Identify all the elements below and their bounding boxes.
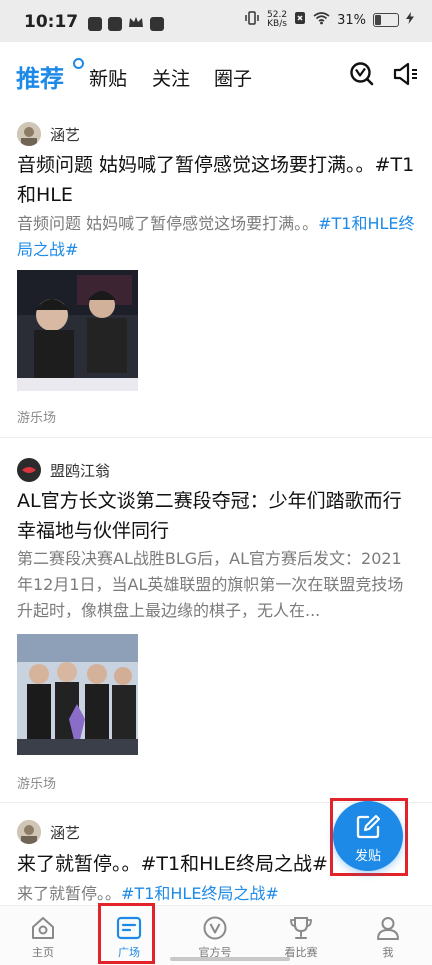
search-icon[interactable] xyxy=(348,60,376,88)
tab-recommend[interactable]: 推荐 xyxy=(16,59,64,94)
author-name[interactable]: 盟鸥江翁 xyxy=(50,460,110,481)
author-name[interactable]: 涵艺 xyxy=(50,822,80,843)
net-speed: 52.2 KB/s xyxy=(267,11,287,29)
tab-circles[interactable]: 圈子 xyxy=(214,64,252,91)
summary-text: 来了就暂停。。 xyxy=(17,884,122,903)
post-summary[interactable]: 音频问题 姑妈喊了暂停感觉这场要打满。。#T1和HLE终局之战# xyxy=(17,211,417,263)
crown-icon xyxy=(128,14,144,33)
status-time: 10:17 xyxy=(24,12,79,32)
post-card[interactable]: 涵艺 音频问题 姑妈喊了暂停感觉这场要打满。。#T1和HLE 音频问题 姑妈喊了… xyxy=(0,110,432,450)
post-image[interactable] xyxy=(17,270,138,391)
top-tab-bar: 推荐 新贴 关注 圈子 xyxy=(0,44,432,108)
compose-post-button[interactable]: 发贴 xyxy=(333,801,403,871)
battery-level: 31% xyxy=(337,12,366,28)
post-card[interactable]: 盟鸥江翁 AL官方长文谈第二赛段夺冠：少年们踏歌而行幸福地与伙伴同行 第二赛段决… xyxy=(0,450,432,810)
vibrate-icon xyxy=(244,11,260,29)
post-source[interactable]: 游乐场 xyxy=(17,773,56,792)
post-author[interactable]: 涵艺 xyxy=(17,122,80,146)
app-notification-icon xyxy=(88,16,102,31)
tab-new-posts[interactable]: 新贴 xyxy=(89,64,127,91)
hashtag-link[interactable]: #T1和HLE终局之战# xyxy=(121,884,279,903)
sim-x-icon xyxy=(294,11,306,29)
speaker-icon[interactable] xyxy=(391,60,419,88)
trophy-icon xyxy=(288,915,314,941)
official-v-icon xyxy=(202,915,228,941)
status-right: 52.2 KB/s 31% xyxy=(244,11,414,29)
profile-icon xyxy=(375,915,401,941)
edit-icon xyxy=(355,814,381,844)
notification-icons xyxy=(88,14,164,33)
avatar[interactable] xyxy=(17,122,41,146)
home-indicator[interactable] xyxy=(170,957,290,961)
nav-me[interactable]: 我 xyxy=(345,906,431,965)
author-name[interactable]: 涵艺 xyxy=(50,124,80,145)
tab-following[interactable]: 关注 xyxy=(152,64,190,91)
bottom-nav: 主页 广场 官方号 看比赛 我 xyxy=(0,905,432,965)
nav-me-label: 我 xyxy=(382,946,394,959)
tiktok-icon xyxy=(150,16,164,31)
post-image[interactable] xyxy=(17,634,138,755)
avatar[interactable] xyxy=(17,458,41,482)
nav-home[interactable]: 主页 xyxy=(0,906,86,965)
summary-text: 音频问题 姑妈喊了暂停感觉这场要打满。。 xyxy=(17,214,319,233)
post-source[interactable]: 游乐场 xyxy=(17,407,56,426)
wifi-icon xyxy=(313,11,330,29)
divider xyxy=(0,437,432,438)
post-title[interactable]: 音频问题 姑妈喊了暂停感觉这场要打满。。#T1和HLE xyxy=(17,150,417,210)
post-summary[interactable]: 来了就暂停。。#T1和HLE终局之战# xyxy=(17,881,417,907)
home-icon xyxy=(30,915,56,941)
battery-icon xyxy=(373,13,399,27)
net-speed-unit: KB/s xyxy=(267,19,287,29)
highlight-box xyxy=(98,903,155,964)
charging-icon xyxy=(406,12,414,28)
avatar[interactable] xyxy=(17,820,41,844)
post-summary[interactable]: 第二赛段决赛AL战胜BLG后，AL官方赛后发文：2021年12月1日，当AL英雄… xyxy=(17,546,417,624)
post-author[interactable]: 盟鸥江翁 xyxy=(17,458,110,482)
nav-home-label: 主页 xyxy=(32,946,54,959)
tab-indicator-dot xyxy=(73,58,84,69)
compose-post-label: 发贴 xyxy=(354,849,381,864)
post-author[interactable]: 涵艺 xyxy=(17,820,80,844)
post-title[interactable]: AL官方长文谈第二赛段夺冠：少年们踏歌而行幸福地与伙伴同行 xyxy=(17,486,417,546)
status-bar: 10:17 52.2 KB/s 31% xyxy=(0,0,432,42)
app-notification-icon xyxy=(108,16,122,31)
